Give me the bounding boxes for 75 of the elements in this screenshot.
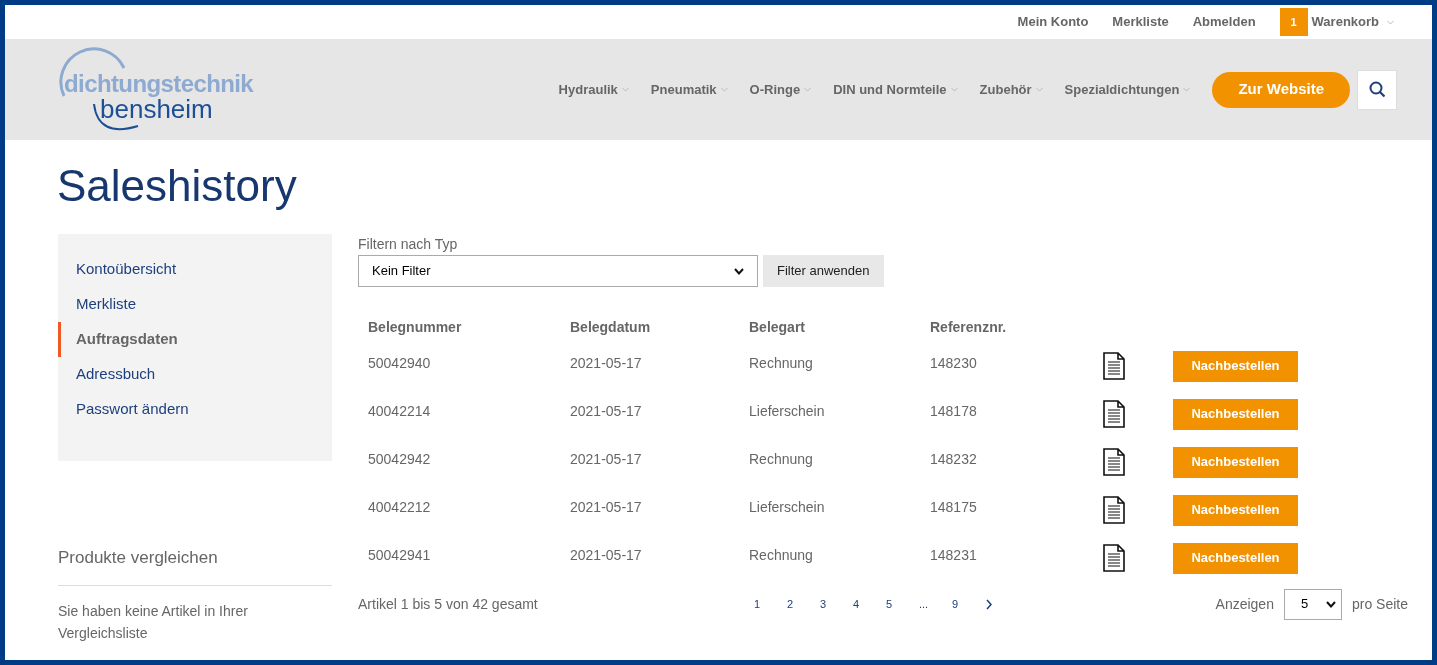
nav-menu-item[interactable]: Spezialdichtungen	[1064, 79, 1191, 100]
next-page-icon[interactable]	[985, 598, 993, 610]
table-cell-text: 148231	[930, 545, 978, 565]
table-cell-text: 148230	[930, 353, 978, 373]
chevron-down-icon	[720, 87, 728, 92]
nav-menu-item[interactable]: Pneumatik	[650, 79, 728, 100]
table-cell-text: Lieferschein	[749, 401, 826, 421]
page-link[interactable]: 5	[886, 595, 919, 613]
table-cell-text: 2021-05-17	[570, 449, 643, 469]
search-button[interactable]	[1357, 69, 1397, 110]
nav-menu-item[interactable]: O-Ringe	[749, 79, 812, 100]
cart-count-badge: 1	[1279, 8, 1308, 36]
page-link[interactable]: 2	[787, 595, 820, 613]
account-link[interactable]: Abmelden	[1192, 12, 1256, 32]
chevron-down-icon	[804, 87, 812, 92]
table-cell-text: 2021-05-17	[570, 353, 643, 373]
table-cell-text: 2021-05-17	[570, 545, 643, 565]
chevron-down-icon	[1183, 87, 1191, 92]
page-link[interactable]: 4	[853, 595, 886, 613]
page-link[interactable]: 1	[754, 595, 787, 613]
table-cell-text: Rechnung	[749, 449, 814, 469]
column-header: Belegart	[749, 317, 807, 337]
page-link[interactable]: 3	[820, 595, 853, 613]
chevron-down-icon	[950, 87, 958, 92]
page-title: Saleshistory	[57, 160, 298, 212]
table-cell-text: 148178	[930, 401, 978, 421]
document-icon[interactable]	[1103, 352, 1125, 380]
sidebar-item[interactable]: Auftragsdaten	[58, 322, 332, 357]
document-icon[interactable]	[1103, 496, 1125, 524]
chevron-down-icon	[1035, 87, 1043, 92]
document-icon[interactable]	[1103, 400, 1125, 428]
compare-title: Produkte vergleichen	[58, 545, 332, 586]
table-cell-text: 40042214	[368, 401, 432, 421]
table-cell-text: 2021-05-17	[570, 401, 643, 421]
filter-type-dropdown[interactable]: Kein Filter	[358, 255, 758, 287]
per-page-dropdown[interactable]: 5	[1283, 588, 1342, 620]
sidebar-item[interactable]: Adressbuch	[58, 357, 332, 392]
sidebar-item[interactable]: Kontoübersicht	[58, 252, 332, 287]
per-page-label: Anzeigen	[1215, 594, 1274, 614]
nav-menu-item[interactable]: DIN und Normteile	[833, 79, 958, 100]
table-cell-text: 40042212	[368, 497, 432, 517]
result-summary: Artikel 1 bis 5 von 42 gesamt	[358, 594, 539, 614]
table-cell-text: 50042942	[368, 449, 432, 469]
table-cell-text: Lieferschein	[749, 497, 826, 517]
search-icon	[1368, 81, 1386, 98]
filter-label: Filtern nach Typ	[358, 235, 459, 254]
nav-menu-item[interactable]: Zubehör	[979, 79, 1043, 100]
table-cell-text: 148175	[930, 497, 978, 517]
table-cell-text: 50042941	[368, 545, 432, 565]
per-page-suffix: pro Seite	[1351, 594, 1408, 614]
table-cell-text: 2021-05-17	[570, 497, 643, 517]
table-cell-text: Rechnung	[749, 545, 814, 565]
page-link[interactable]: 9	[952, 595, 985, 613]
table-cell-text: 148232	[930, 449, 978, 469]
logo[interactable]: dichtungstechnik bensheim	[58, 45, 273, 134]
document-icon[interactable]	[1103, 448, 1125, 476]
table-cell-text: Rechnung	[749, 353, 814, 373]
account-link[interactable]: Merkliste	[1112, 12, 1169, 32]
column-header: Belegdatum	[570, 317, 652, 337]
compare-empty-text: Sie haben keine Artikel in Ihrer Vergleichsliste	[58, 601, 249, 643]
nav-menu-item[interactable]: Hydraulik	[558, 79, 629, 100]
sidebar-item[interactable]: Passwort ändern	[58, 392, 332, 427]
cart-link[interactable]: Warenkorb	[1311, 12, 1379, 32]
account-link[interactable]: Mein Konto	[1017, 12, 1089, 32]
apply-filter-button[interactable]: Filter anwenden	[763, 255, 884, 287]
chevron-down-icon	[1387, 19, 1394, 25]
document-icon[interactable]	[1103, 544, 1125, 572]
chevron-down-icon	[1325, 600, 1336, 608]
page-link[interactable]: ...	[919, 595, 952, 613]
table-cell-text: 50042940	[368, 353, 432, 373]
column-header: Belegnummer	[368, 317, 463, 337]
chevron-down-icon	[621, 87, 629, 92]
sidebar-item[interactable]: Merkliste	[58, 287, 332, 322]
chevron-down-icon	[734, 267, 744, 275]
column-header: Referenznr.	[930, 317, 1008, 337]
